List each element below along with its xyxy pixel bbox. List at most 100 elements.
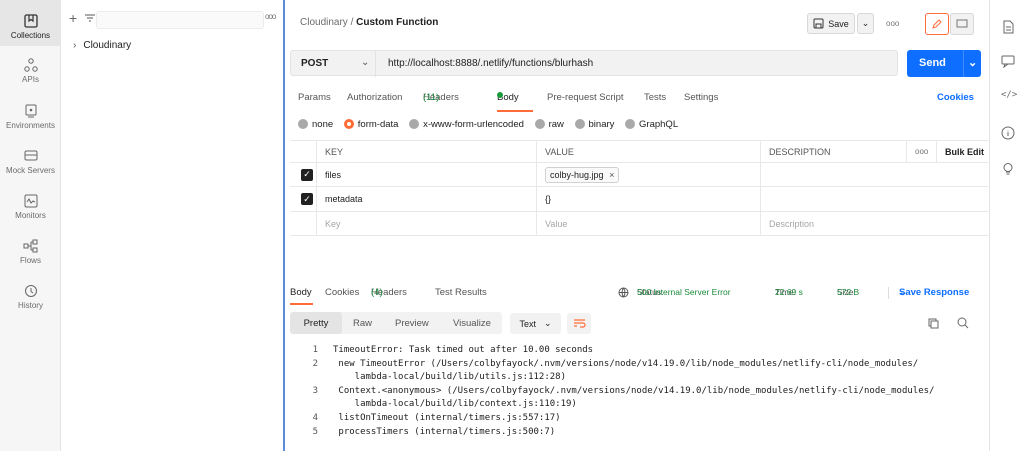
save-dropdown-button[interactable]: ⌄: [857, 13, 874, 34]
chevron-down-icon[interactable]: ⌄: [361, 57, 369, 68]
cookies-link[interactable]: Cookies: [937, 92, 974, 103]
new-value-input[interactable]: Value: [536, 212, 760, 235]
search-icon[interactable]: [957, 317, 969, 329]
column-header-value: VALUE: [536, 141, 760, 162]
info-icon[interactable]: [1001, 126, 1015, 140]
edit-button[interactable]: [925, 13, 949, 35]
new-description-input[interactable]: Description: [760, 212, 988, 235]
tab-response-body[interactable]: Body: [290, 287, 312, 298]
row-checkbox[interactable]: ✓: [290, 163, 316, 186]
right-rail: </>: [989, 0, 1024, 451]
rail-item-collections[interactable]: Collections: [0, 0, 61, 46]
divider: [375, 51, 376, 77]
save-button[interactable]: Save: [807, 13, 855, 34]
monitors-icon: [24, 194, 37, 208]
tab-pre-request-script[interactable]: Pre-request Script: [547, 92, 624, 103]
radio-graphql[interactable]: GraphQL: [625, 119, 678, 130]
rail-item-apis[interactable]: APIs: [0, 58, 61, 84]
left-rail: Collections APIs Environments Mock Serve…: [0, 0, 61, 451]
add-icon[interactable]: +: [69, 10, 77, 26]
radio-icon: [298, 119, 308, 130]
rail-item-flows[interactable]: Flows: [0, 239, 61, 265]
collections-toolbar: + ooo: [69, 10, 281, 30]
tab-params[interactable]: Params: [298, 92, 331, 103]
send-button[interactable]: Send ⌄: [907, 50, 981, 77]
radio-urlencoded[interactable]: x-www-form-urlencoded: [409, 119, 524, 130]
wrap-lines-button[interactable]: [567, 313, 591, 334]
collections-search-input[interactable]: [96, 11, 264, 29]
file-chip[interactable]: colby-hug.jpg ×: [545, 166, 620, 183]
radio-none[interactable]: none: [298, 119, 333, 130]
view-pretty[interactable]: Pretty: [290, 312, 342, 334]
line-number: 3: [312, 386, 318, 396]
tab-response-cookies[interactable]: Cookies: [325, 287, 359, 298]
value-cell[interactable]: colby-hug.jpg ×: [536, 163, 760, 186]
description-cell[interactable]: [760, 187, 988, 211]
rail-label: APIs: [22, 75, 39, 84]
code-line: listOnTimeout (internal/timers.js:557:17…: [333, 413, 561, 423]
response-body-code[interactable]: 1 TimeoutError: Task timed out after 10.…: [300, 345, 980, 445]
description-cell[interactable]: [760, 163, 988, 186]
line-number: 2: [312, 359, 318, 369]
response-tabs: Body Cookies Headers (4) Test Results St…: [290, 287, 986, 307]
comments-button[interactable]: [950, 13, 974, 35]
row-checkbox[interactable]: ✓: [290, 187, 316, 211]
tab-authorization[interactable]: Authorization: [347, 92, 402, 103]
view-raw[interactable]: Raw: [353, 318, 372, 329]
breadcrumb: Cloudinary / Custom Function: [300, 17, 438, 28]
table-header-row: KEY VALUE DESCRIPTION ooo Bulk Edit: [290, 140, 988, 163]
value-cell[interactable]: {}: [536, 187, 760, 211]
line-number: 1: [312, 345, 318, 355]
new-key-input[interactable]: Key: [316, 212, 536, 235]
radio-binary[interactable]: binary: [574, 119, 614, 130]
time-value: 22.69 s: [775, 287, 803, 297]
collections-icon: [23, 14, 38, 28]
radio-form-data[interactable]: form-data: [343, 119, 399, 130]
radio-icon: [534, 119, 545, 130]
comment-icon[interactable]: [1001, 54, 1015, 68]
page-title[interactable]: Custom Function: [356, 17, 438, 28]
rail-item-monitors[interactable]: Monitors: [0, 194, 61, 220]
column-header-key: KEY: [316, 141, 536, 162]
size-value: 572 B: [837, 287, 860, 297]
code-line: lambda-local/build/lib/context.js:110:19…: [333, 399, 577, 409]
code-icon[interactable]: </>: [1001, 90, 1017, 104]
bulk-edit-button[interactable]: Bulk Edit: [936, 141, 988, 162]
more-icon[interactable]: ooo: [886, 19, 899, 28]
url-input[interactable]: http://localhost:8888/.netlify/functions…: [388, 58, 593, 69]
mock-servers-icon: [24, 150, 37, 161]
tab-test-results[interactable]: Test Results: [435, 287, 487, 298]
lightbulb-icon[interactable]: [1001, 162, 1015, 176]
view-preview[interactable]: Preview: [395, 318, 429, 329]
globe-icon[interactable]: [618, 287, 629, 298]
chevron-down-icon: ⌄: [543, 318, 552, 328]
key-cell[interactable]: metadata: [316, 187, 536, 211]
table-row-new: Key Value Description: [290, 212, 988, 236]
format-select[interactable]: Text ⌄: [510, 313, 561, 334]
rail-item-mock-servers[interactable]: Mock Servers: [0, 149, 61, 175]
filter-icon[interactable]: [84, 13, 96, 23]
tab-tests[interactable]: Tests: [644, 92, 666, 103]
radio-raw[interactable]: raw: [534, 119, 564, 130]
method-select[interactable]: POST: [301, 58, 328, 69]
code-line: processTimers (internal/timers.js:500:7): [333, 427, 556, 437]
table-row: ✓ files colby-hug.jpg ×: [290, 163, 988, 187]
remove-file-icon[interactable]: ×: [609, 170, 614, 180]
rail-item-history[interactable]: History: [0, 284, 61, 310]
more-icon[interactable]: ooo: [265, 12, 276, 21]
breadcrumb-parent[interactable]: Cloudinary: [300, 17, 348, 28]
count-badge: (11): [423, 92, 440, 103]
copy-icon[interactable]: [928, 318, 939, 329]
response-view-tabs: Pretty Raw Preview Visualize: [290, 312, 502, 334]
code-line: new TimeoutError (/Users/colbyfayock/.nv…: [333, 359, 919, 369]
rail-item-environments[interactable]: Environments: [0, 104, 61, 130]
documentation-icon[interactable]: [1001, 20, 1015, 34]
tree-item-cloudinary[interactable]: › Cloudinary: [73, 40, 131, 51]
radio-label: GraphQL: [639, 119, 679, 130]
tab-settings[interactable]: Settings: [684, 92, 718, 103]
column-header-description: DESCRIPTION: [760, 141, 906, 162]
key-cell[interactable]: files: [316, 163, 536, 186]
table-more-icon[interactable]: ooo: [906, 141, 936, 162]
view-visualize[interactable]: Visualize: [453, 318, 491, 329]
radio-label: form-data: [357, 119, 399, 130]
